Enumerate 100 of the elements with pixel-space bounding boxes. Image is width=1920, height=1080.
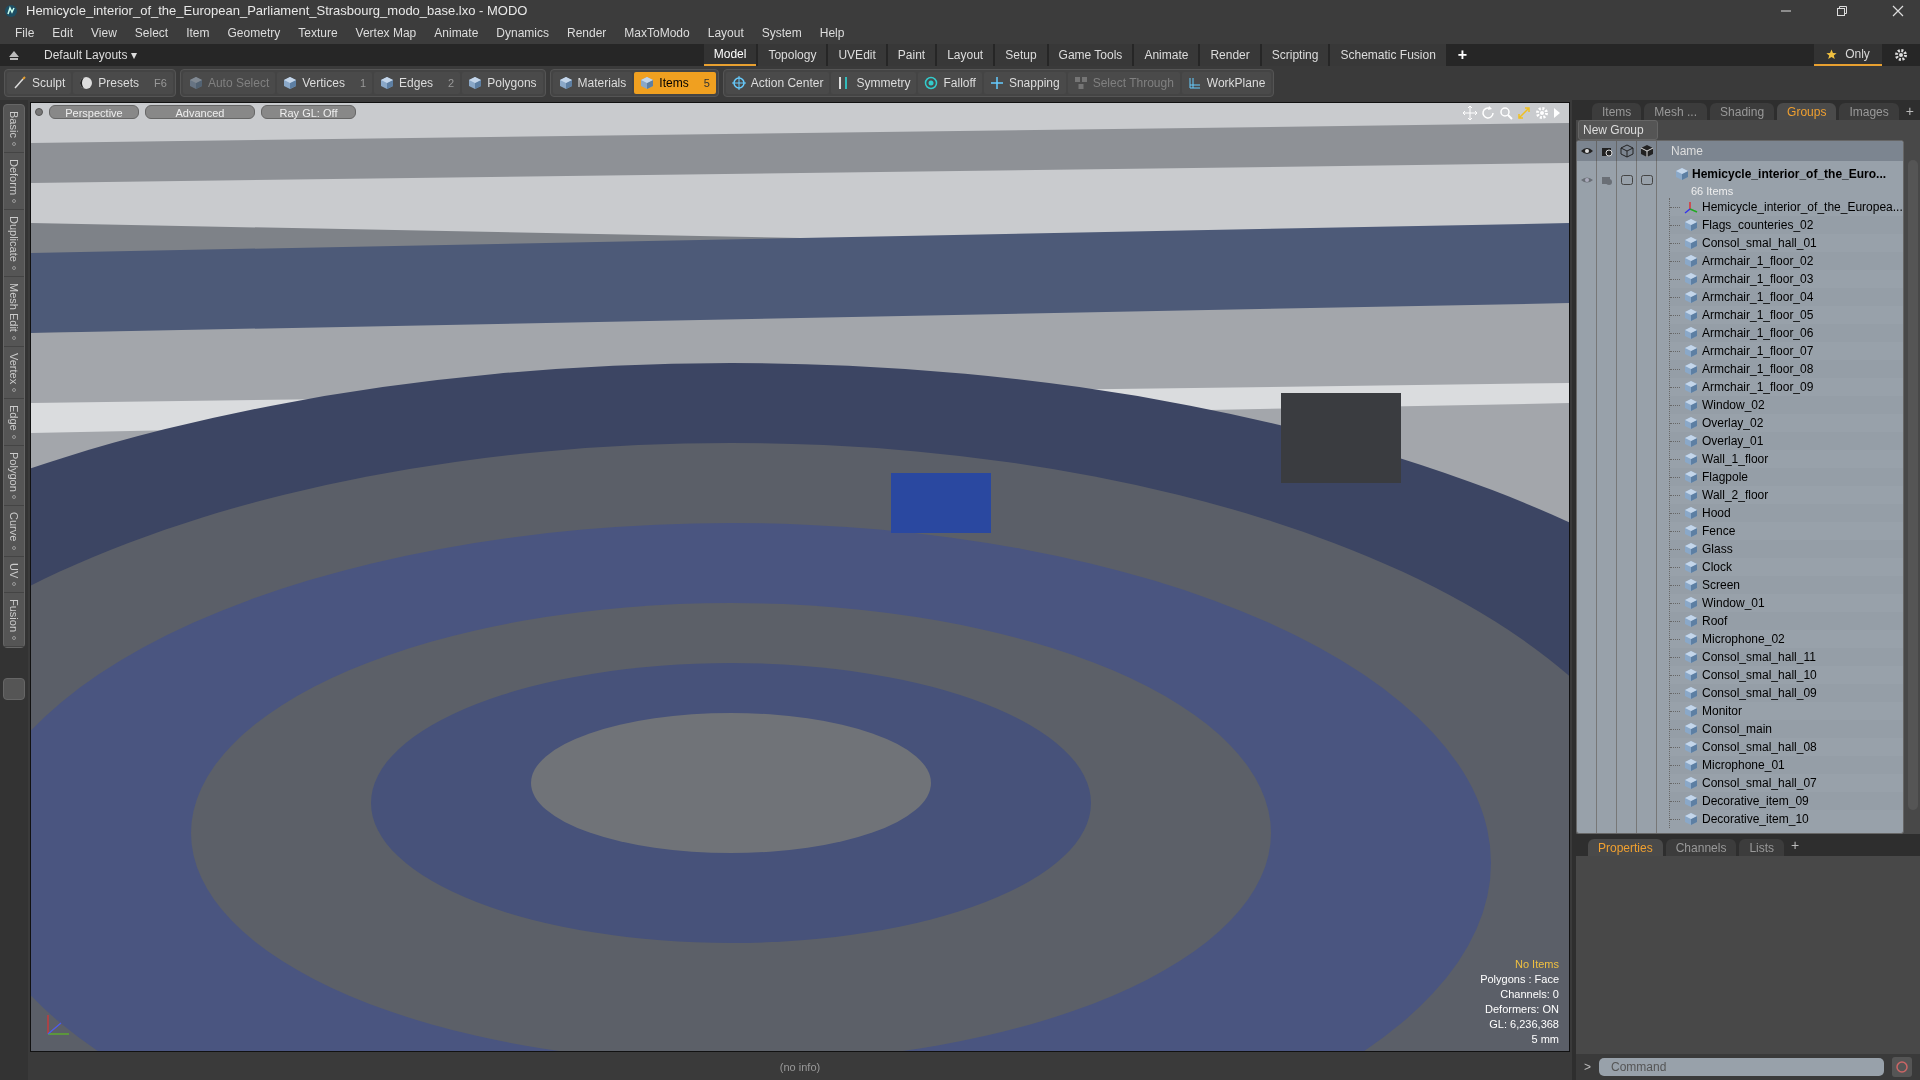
tree-item[interactable]: Consol_smal_hall_09 bbox=[1702, 684, 1817, 702]
tree-item[interactable]: Wall_2_floor bbox=[1702, 486, 1769, 504]
panel-tab[interactable]: Lists bbox=[1739, 839, 1785, 856]
tree-item[interactable]: Consol_smal_hall_10 bbox=[1702, 666, 1817, 684]
tree-item[interactable]: Armchair_1_floor_02 bbox=[1702, 252, 1814, 270]
tree-item[interactable]: Consol_main bbox=[1702, 720, 1773, 738]
tool-button[interactable]: Presets F6 bbox=[73, 72, 173, 94]
tool-button[interactable]: Items 5 bbox=[634, 72, 716, 94]
layout-tab[interactable]: Setup bbox=[995, 44, 1047, 66]
tree-item[interactable]: Consol_smal_hall_11 bbox=[1702, 648, 1816, 666]
menu-item[interactable]: Layout bbox=[698, 24, 753, 42]
tree-item[interactable]: Consol_smal_hall_01 bbox=[1702, 234, 1817, 252]
tree-item[interactable]: Glass bbox=[1702, 540, 1733, 558]
layouts-dropdown[interactable]: Default Layouts ▾ bbox=[44, 46, 137, 64]
menu-item[interactable]: Animate bbox=[425, 24, 488, 42]
side-tab[interactable]: Fusion bbox=[5, 599, 23, 633]
tree-item[interactable]: Wall_1_floor bbox=[1702, 450, 1769, 468]
side-tab[interactable]: Duplicate bbox=[5, 215, 23, 262]
tree-item[interactable]: Screen bbox=[1702, 576, 1741, 594]
layout-tab[interactable]: Animate bbox=[1134, 44, 1199, 66]
tree-item[interactable]: Flagpole bbox=[1702, 468, 1749, 486]
tree-item[interactable]: Decorative_item_10 bbox=[1702, 810, 1809, 828]
layout-tab[interactable]: Game Tools bbox=[1048, 44, 1133, 66]
tree-item[interactable]: Clock bbox=[1702, 558, 1732, 576]
tree-item[interactable]: Roof bbox=[1702, 612, 1728, 630]
restore-icon[interactable] bbox=[1836, 5, 1848, 17]
tool-button[interactable]: Materials bbox=[552, 72, 633, 94]
tree-item[interactable]: Armchair_1_floor_03 bbox=[1702, 270, 1814, 288]
tree-item[interactable]: Hemicycle_interior_of_the_Europea... bbox=[1702, 198, 1903, 216]
tree-item[interactable]: Overlay_02 bbox=[1702, 414, 1764, 432]
close-icon[interactable] bbox=[1892, 5, 1904, 17]
tree-item[interactable]: Microphone_02 bbox=[1702, 630, 1785, 648]
menu-item[interactable]: Dynamics bbox=[487, 24, 558, 42]
menu-item[interactable]: File bbox=[6, 24, 44, 42]
tree-item[interactable]: Flags_counteries_02 bbox=[1702, 216, 1814, 234]
tree-item[interactable]: Monitor bbox=[1702, 702, 1742, 720]
tool-button[interactable]: WorkPlane bbox=[1181, 72, 1272, 94]
tree-item[interactable]: Window_01 bbox=[1702, 594, 1765, 612]
only-button[interactable]: Only bbox=[1814, 44, 1882, 66]
side-tab[interactable]: Mesh Edit bbox=[5, 282, 23, 332]
tool-button[interactable]: Symmetry bbox=[831, 72, 917, 94]
tree-item[interactable]: Overlay_01 bbox=[1702, 432, 1764, 450]
add-tab-button[interactable]: + bbox=[1791, 835, 1800, 856]
tool-button[interactable]: Edges 2 bbox=[374, 72, 461, 94]
panel-tab[interactable]: Mesh ... bbox=[1644, 103, 1708, 120]
layout-tab[interactable]: Model bbox=[703, 44, 757, 66]
side-tab[interactable]: Vertex bbox=[5, 352, 23, 384]
tree-item[interactable]: Consol_smal_hall_07 bbox=[1702, 774, 1817, 792]
add-tab-button[interactable]: + bbox=[1905, 103, 1914, 120]
tree-item[interactable]: Consol_smal_hall_08 bbox=[1702, 738, 1817, 756]
panel-tab[interactable]: Channels bbox=[1665, 839, 1737, 856]
side-tab[interactable]: UV bbox=[5, 562, 23, 579]
new-group-button[interactable]: New Group bbox=[1578, 120, 1658, 140]
layout-tab[interactable]: Scripting bbox=[1261, 44, 1329, 66]
group-name[interactable]: Hemicycle_interior_of_the_Euro... bbox=[1692, 165, 1887, 183]
tool-button[interactable]: Snapping bbox=[983, 72, 1066, 94]
side-tab[interactable]: Curve bbox=[5, 512, 23, 542]
menu-item[interactable]: Texture bbox=[289, 24, 347, 42]
add-tab-button[interactable]: + bbox=[1457, 43, 1468, 67]
menu-item[interactable]: Edit bbox=[43, 24, 83, 42]
side-tab[interactable]: Deform bbox=[5, 158, 23, 195]
panel-tab[interactable]: Images bbox=[1839, 103, 1899, 120]
layout-tab[interactable]: Paint bbox=[887, 44, 936, 66]
menu-item[interactable]: View bbox=[82, 24, 126, 42]
side-tab[interactable]: Edge bbox=[5, 404, 23, 431]
menu-item[interactable]: Help bbox=[810, 24, 854, 42]
tree-item[interactable]: Fence bbox=[1702, 522, 1736, 540]
tree-item[interactable]: Decorative_item_09 bbox=[1702, 792, 1809, 810]
panel-tab[interactable]: Properties bbox=[1588, 839, 1663, 856]
tree-item[interactable]: Armchair_1_floor_05 bbox=[1702, 306, 1814, 324]
menu-item[interactable]: Geometry bbox=[218, 24, 290, 42]
tree-item[interactable]: Hood bbox=[1702, 504, 1731, 522]
tree-item[interactable]: Armchair_1_floor_07 bbox=[1702, 342, 1814, 360]
side-tab[interactable]: Basic bbox=[5, 111, 23, 138]
layout-tab[interactable]: UVEdit bbox=[828, 44, 886, 66]
layout-tab[interactable]: Render bbox=[1200, 44, 1260, 66]
menu-item[interactable]: MaxToModo bbox=[615, 24, 699, 42]
menu-item[interactable]: System bbox=[752, 24, 811, 42]
tool-button[interactable]: Polygons bbox=[462, 72, 543, 94]
tree-item[interactable]: Armchair_1_floor_06 bbox=[1702, 324, 1814, 342]
up-arrow-icon[interactable] bbox=[8, 49, 20, 61]
tree-item[interactable]: Armchair_1_floor_09 bbox=[1702, 378, 1814, 396]
tool-button[interactable]: Falloff bbox=[918, 72, 982, 94]
menu-item[interactable]: Item bbox=[177, 24, 219, 42]
panel-tab[interactable]: Shading bbox=[1710, 103, 1775, 120]
panel-tab[interactable]: Groups bbox=[1777, 103, 1837, 120]
tree-item[interactable]: Window_02 bbox=[1702, 396, 1765, 414]
tool-button[interactable]: Action Center bbox=[725, 72, 830, 94]
tool-button[interactable]: Sculpt bbox=[7, 72, 72, 94]
tree-item[interactable]: Microphone_01 bbox=[1702, 756, 1785, 774]
layout-tab[interactable]: Layout bbox=[937, 44, 994, 66]
layout-tab[interactable]: Topology bbox=[758, 44, 827, 66]
tool-button[interactable]: Vertices 1 bbox=[277, 72, 373, 94]
command-field[interactable]: Command bbox=[1599, 1058, 1884, 1076]
settings-icon[interactable] bbox=[1894, 48, 1908, 62]
menu-item[interactable]: Render bbox=[558, 24, 616, 42]
panel-tab[interactable]: Items bbox=[1592, 103, 1642, 120]
layout-tab[interactable]: Schematic Fusion bbox=[1330, 44, 1446, 66]
tree-item[interactable]: Armchair_1_floor_04 bbox=[1702, 288, 1814, 306]
side-tab[interactable]: Polygon bbox=[5, 451, 23, 492]
